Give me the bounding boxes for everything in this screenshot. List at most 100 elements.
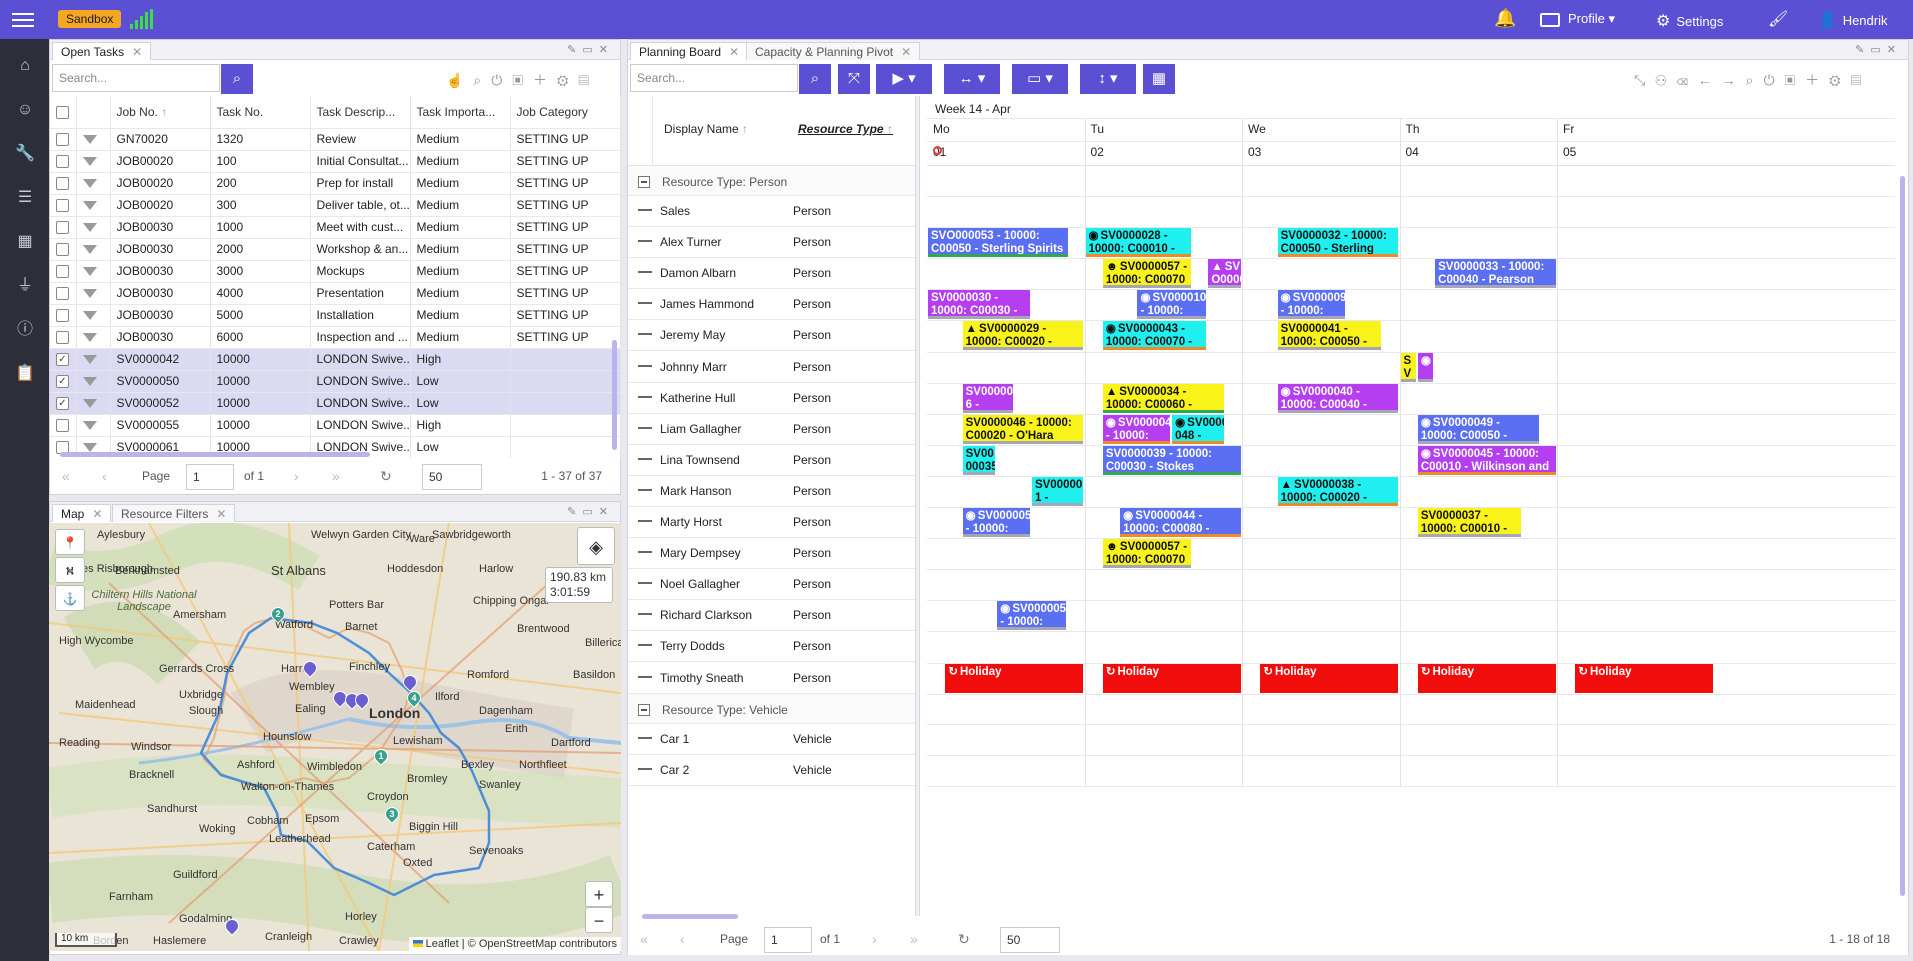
filter-icon[interactable] [82,355,97,365]
close-icon[interactable]: ✕ [132,45,142,59]
table-row[interactable]: JOB00030 4000 Presentation Medium SETTING UP [50,282,621,305]
drag-handle-icon[interactable] [638,736,652,739]
col-task-importance[interactable]: Task Importa... [410,96,511,129]
page-size-select[interactable]: 50 [422,464,482,490]
tab-planning-board[interactable]: Planning Board ✕ [630,42,749,60]
drag-handle-icon[interactable] [638,582,652,585]
resource-row[interactable]: Noel Gallagher Person [628,569,915,601]
drag-handle-icon[interactable] [638,613,652,616]
route-button[interactable]: ⛕ [55,557,85,583]
user-menu[interactable]: 👤 Hendrik [1818,11,1887,29]
drag-handle-icon[interactable] [638,457,652,460]
row-checkbox[interactable]: ✓ [56,353,69,367]
col-task-desc[interactable]: Task Descrip... [310,96,411,129]
table-row[interactable]: JOB00030 3000 Mockups Medium SETTING UP [50,260,621,283]
schedule-event[interactable]: ◉SV0000047 - 10000: [1102,414,1171,444]
paintbrush-icon[interactable]: 🖌 [1768,9,1788,29]
drag-handle-icon[interactable] [638,364,652,367]
clipboard-icon[interactable]: 📋 [14,363,36,385]
drag-handle-icon[interactable] [638,395,652,398]
table-row[interactable]: ✓ SV0000042 10000 LONDON Swive... High [50,348,621,371]
table-row[interactable]: JOB00030 5000 Installation Medium SETTING UP [50,304,621,327]
schedule-event[interactable]: ↻ Holiday [1417,663,1556,693]
table-row[interactable]: JOB00020 100 Initial Consultat... Medium SET… [50,150,621,173]
day-header[interactable]: Tu [1091,122,1105,136]
filter-icon[interactable] [82,179,97,189]
schedule-event[interactable]: SV000005 1 - 10000: [1031,476,1084,506]
display-dropdown-button[interactable]: ▭ ▾ [1012,64,1068,94]
table-row[interactable]: JOB00020 300 Deliver table, ot... Medium SET… [50,194,621,217]
schedule-event[interactable]: SV0000032 - 10000: C00050 - Sterling Spi… [1277,228,1399,258]
row-control-cell[interactable] [76,326,111,349]
schedule-event[interactable]: ↻ Holiday [1102,663,1241,693]
schedule-event[interactable]: ↻ Holiday [1575,663,1714,693]
table-row[interactable]: JOB00020 200 Prep for install Medium SETTING… [50,172,621,195]
menu-icon[interactable] [12,13,34,27]
day-header[interactable]: Mo [933,122,950,136]
close-icon[interactable]: ✕ [901,45,911,59]
table-horizontal-scrollbar[interactable] [60,452,370,457]
row-checkbox[interactable]: ✓ [56,397,69,411]
resource-row[interactable]: Jeremy May Person [628,320,915,352]
row-control-cell[interactable] [76,260,111,283]
row-control-cell[interactable] [50,238,77,261]
page-input[interactable]: 1 [764,927,812,953]
row-control-cell[interactable] [50,150,77,173]
row-control-cell[interactable] [76,282,111,305]
schedule-event[interactable]: ☻SV0000057 - 10000: C00070 - [1102,259,1191,289]
row-checkbox[interactable] [56,419,69,433]
close-icon[interactable]: ✕ [92,507,102,521]
profile-menu[interactable]: Profile ▾ [1540,11,1615,27]
row-control-cell[interactable]: ✓ [50,370,77,393]
resource-row[interactable]: Katherine Hull Person [628,382,915,414]
resource-row[interactable]: Terry Dodds Person [628,631,915,663]
resource-horizontal-scrollbar[interactable] [642,914,738,919]
resource-row[interactable]: Mary Dempsey Person [628,538,915,570]
drag-handle-icon[interactable] [638,767,652,770]
row-control-cell[interactable] [50,282,77,305]
table-row[interactable]: SV0000055 10000 LONDON Swive... High [50,414,621,437]
schedule-event[interactable]: ◉SV0000056 - 10000: [997,601,1067,631]
schedule-event[interactable]: ◉SV0000049 - 10000: C00050 - Sterling Sp… [1417,414,1539,444]
date-header[interactable]: 03 [1248,145,1261,159]
prev-page-icon[interactable]: ‹ [102,468,107,484]
schedule-event[interactable]: SV0000033 - 10000: C00040 - Pearson Inc. [1435,259,1556,289]
window-controls[interactable]: ✎▭✕ [567,505,614,518]
home-icon[interactable]: ⌂ [14,55,36,77]
filter-icon[interactable] [82,421,97,431]
planning-search-input[interactable]: Search... [630,64,798,92]
schedule-event[interactable]: ☻SV0000057 - 10000: C00070 - [1102,539,1191,569]
next-page-icon[interactable]: › [294,468,299,484]
table-row[interactable]: JOB00030 1000 Meet with cust... Medium SETTI… [50,216,621,239]
row-control-cell[interactable] [50,172,77,195]
date-header[interactable]: 04 [1406,145,1419,159]
wrench-icon[interactable]: 🔧 [14,143,36,165]
bell-icon[interactable]: 🔔 [1494,8,1516,29]
resource-row[interactable]: Marty Horst Person [628,507,915,539]
drag-handle-icon[interactable] [638,520,652,522]
prev-page-icon[interactable]: ‹ [680,931,685,947]
schedule-event[interactable]: ↻ Holiday [1260,663,1399,693]
filter-icon[interactable] [82,267,97,277]
first-page-icon[interactable]: « [640,931,648,947]
calendar-icon[interactable]: ▦ [14,231,36,253]
row-control-cell[interactable] [50,194,77,217]
row-control-cell[interactable] [76,348,111,371]
row-checkbox[interactable] [56,287,69,301]
drag-handle-icon[interactable] [638,488,652,491]
next-page-icon[interactable]: › [872,931,877,947]
drag-handle-icon[interactable] [638,333,652,336]
schedule-event[interactable]: ◉SV0000103 - 10000: [1137,290,1207,320]
resource-row[interactable]: Liam Gallagher Person [628,413,915,445]
first-page-icon[interactable]: « [62,468,70,484]
schedule-event[interactable]: SV0000046 - 10000: C00020 - O'Hara Heati… [962,414,1084,444]
day-header[interactable]: Fr [1563,122,1574,136]
row-checkbox[interactable] [56,199,69,213]
height-dropdown-button[interactable]: ↕ ▾ [1080,64,1136,94]
col-job-category[interactable]: Job Category [510,96,621,129]
resource-row[interactable]: Richard Clarkson Person [628,600,915,632]
col-resource-type[interactable]: Resource Type ↑ [798,122,893,136]
refresh-icon[interactable]: ↻ [958,931,970,948]
schedule-event[interactable]: ◉SV0000044 - 10000: C00080 - Salisbury [1120,508,1241,538]
last-page-icon[interactable]: » [332,468,340,484]
